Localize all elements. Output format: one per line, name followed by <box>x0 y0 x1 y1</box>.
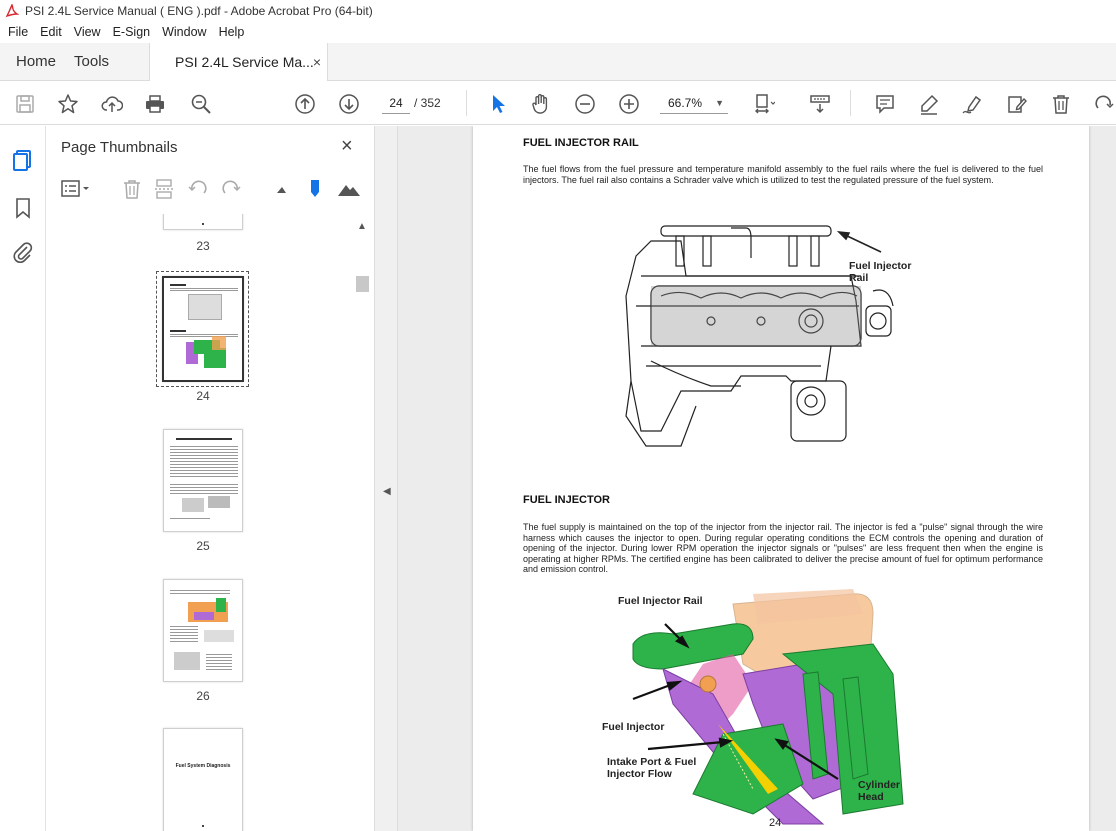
tab-tools[interactable]: Tools <box>72 43 125 80</box>
callout-fuel-injector: Fuel Injector <box>602 721 665 733</box>
zoom-out-icon[interactable] <box>573 92 597 116</box>
delete-page-icon[interactable] <box>121 178 143 200</box>
paragraph: The fuel flows from the fuel pressure an… <box>523 164 1043 185</box>
upload-cloud-icon[interactable] <box>100 92 124 116</box>
panel-title: Page Thumbnails <box>61 139 178 156</box>
tab-document[interactable]: PSI 2.4L Service Ma... × <box>149 43 329 81</box>
bookmarks-icon[interactable] <box>11 196 35 220</box>
document-view[interactable]: FUEL INJECTOR RAIL The fuel flows from t… <box>398 126 1116 831</box>
panel-close-icon[interactable]: × <box>341 135 353 158</box>
chevron-down-icon: ▼ <box>715 98 724 108</box>
zoom-level-select[interactable]: 66.7% ▼ <box>660 92 728 114</box>
callout-fuel-injector-rail: Fuel Injector Rail <box>618 595 703 607</box>
scroll-up-icon[interactable]: ▲ <box>357 221 367 232</box>
page-fit-icon[interactable] <box>752 92 776 116</box>
print-icon[interactable] <box>143 92 167 116</box>
hand-tool-icon[interactable] <box>529 92 553 116</box>
callout-cylinder-head: Cylinder Head <box>858 779 901 803</box>
window-title: PSI 2.4L Service Manual ( ENG ).pdf - Ad… <box>25 4 373 18</box>
comment-icon[interactable] <box>873 92 897 116</box>
thumbnail-image <box>163 429 243 532</box>
zoom-in-icon[interactable] <box>617 92 641 116</box>
menu-window[interactable]: Window <box>162 25 206 39</box>
page-number-input[interactable]: 24 <box>382 92 410 114</box>
page-thumbnails-icon[interactable] <box>11 148 35 172</box>
paragraph: The fuel supply is maintained on the top… <box>523 522 1043 575</box>
insert-page-icon[interactable] <box>153 178 175 200</box>
callout-intake-port: Intake Port & Fuel Injector Flow <box>607 756 697 780</box>
thumbnail-image: Fuel System Diagnosis <box>163 728 243 831</box>
attachments-paperclip-icon[interactable] <box>11 240 35 264</box>
highlight-pen-icon[interactable] <box>917 92 941 116</box>
thumbnail-size-slider-icon[interactable] <box>304 178 326 200</box>
scroll-mode-icon[interactable] <box>808 92 832 116</box>
zoom-level-value: 66.7% <box>668 96 703 110</box>
thumbnail-image <box>162 276 244 382</box>
next-page-icon[interactable] <box>337 92 361 116</box>
edit-pdf-icon[interactable] <box>1005 92 1029 116</box>
main-toolbar: 24 / 352 66.7% ▼ <box>0 82 1116 125</box>
tab-close-icon[interactable]: × <box>313 54 321 70</box>
collapse-panel-icon[interactable]: ◀ <box>383 486 391 497</box>
thumbnail-options-icon[interactable] <box>61 178 89 200</box>
thumbnail-label: 26 <box>196 689 210 703</box>
rotate-clockwise-icon[interactable] <box>220 178 242 200</box>
pdf-page: FUEL INJECTOR RAIL The fuel flows from t… <box>473 126 1089 831</box>
thumbnail-heading: Fuel System Diagnosis <box>175 763 231 769</box>
menu-help[interactable]: Help <box>219 25 245 39</box>
toolbar-divider <box>466 90 467 116</box>
select-cursor-icon[interactable] <box>486 92 510 116</box>
thumbnails-list: 23 24 25 26 Fuel System Diagnosis <box>46 214 374 831</box>
thumbnail-image <box>163 579 243 682</box>
page-total: / 352 <box>414 96 441 110</box>
small-thumbnails-icon[interactable] <box>272 178 294 200</box>
save-icon[interactable] <box>13 92 37 116</box>
section-heading: FUEL INJECTOR RAIL <box>523 137 639 149</box>
scrollbar-thumb[interactable] <box>356 276 369 292</box>
tab-home[interactable]: Home <box>0 43 72 80</box>
callout-fuel-injector-rail: Fuel Injector Rail <box>849 260 912 284</box>
thumbnail-image <box>163 214 243 230</box>
thumbnails-scrollbar[interactable]: ▲ <box>355 221 369 831</box>
zoom-search-icon[interactable] <box>189 92 213 116</box>
rotate-icon[interactable] <box>1092 92 1116 116</box>
rotate-counterclockwise-icon[interactable] <box>187 178 209 200</box>
navigation-rail <box>0 126 46 831</box>
title-bar: PSI 2.4L Service Manual ( ENG ).pdf - Ad… <box>0 0 1116 22</box>
section-heading: FUEL INJECTOR <box>523 494 610 506</box>
menu-esign[interactable]: E-Sign <box>113 25 151 39</box>
thumbnails-panel: Page Thumbnails × 23 24 25 26 Fuel Syste… <box>46 126 374 831</box>
acrobat-window: PSI 2.4L Service Manual ( ENG ).pdf - Ad… <box>0 0 1116 831</box>
thumbnail-label: 24 <box>196 389 210 403</box>
menu-edit[interactable]: Edit <box>40 25 62 39</box>
thumbnail-label: 23 <box>196 239 210 253</box>
delete-trash-icon[interactable] <box>1049 92 1073 116</box>
engine-line-drawing <box>625 225 894 447</box>
sign-pen-icon[interactable] <box>960 92 984 116</box>
thumbnail-label: 25 <box>196 539 210 553</box>
menu-bar: File Edit View E-Sign Window Help <box>0 22 1116 42</box>
bookmark-star-icon[interactable] <box>56 92 80 116</box>
page-number: 24 <box>769 817 782 829</box>
previous-page-icon[interactable] <box>293 92 317 116</box>
large-thumbnails-icon[interactable] <box>336 178 360 200</box>
tab-bar: Home Tools PSI 2.4L Service Ma... × <box>0 43 1116 81</box>
menu-file[interactable]: File <box>8 25 28 39</box>
tab-document-label: PSI 2.4L Service Ma... <box>175 54 314 70</box>
menu-view[interactable]: View <box>74 25 101 39</box>
thumbnails-toolbar <box>46 174 374 208</box>
panel-splitter[interactable]: ◀ <box>374 126 398 831</box>
toolbar-divider <box>850 90 851 116</box>
acrobat-logo-icon <box>5 4 19 18</box>
